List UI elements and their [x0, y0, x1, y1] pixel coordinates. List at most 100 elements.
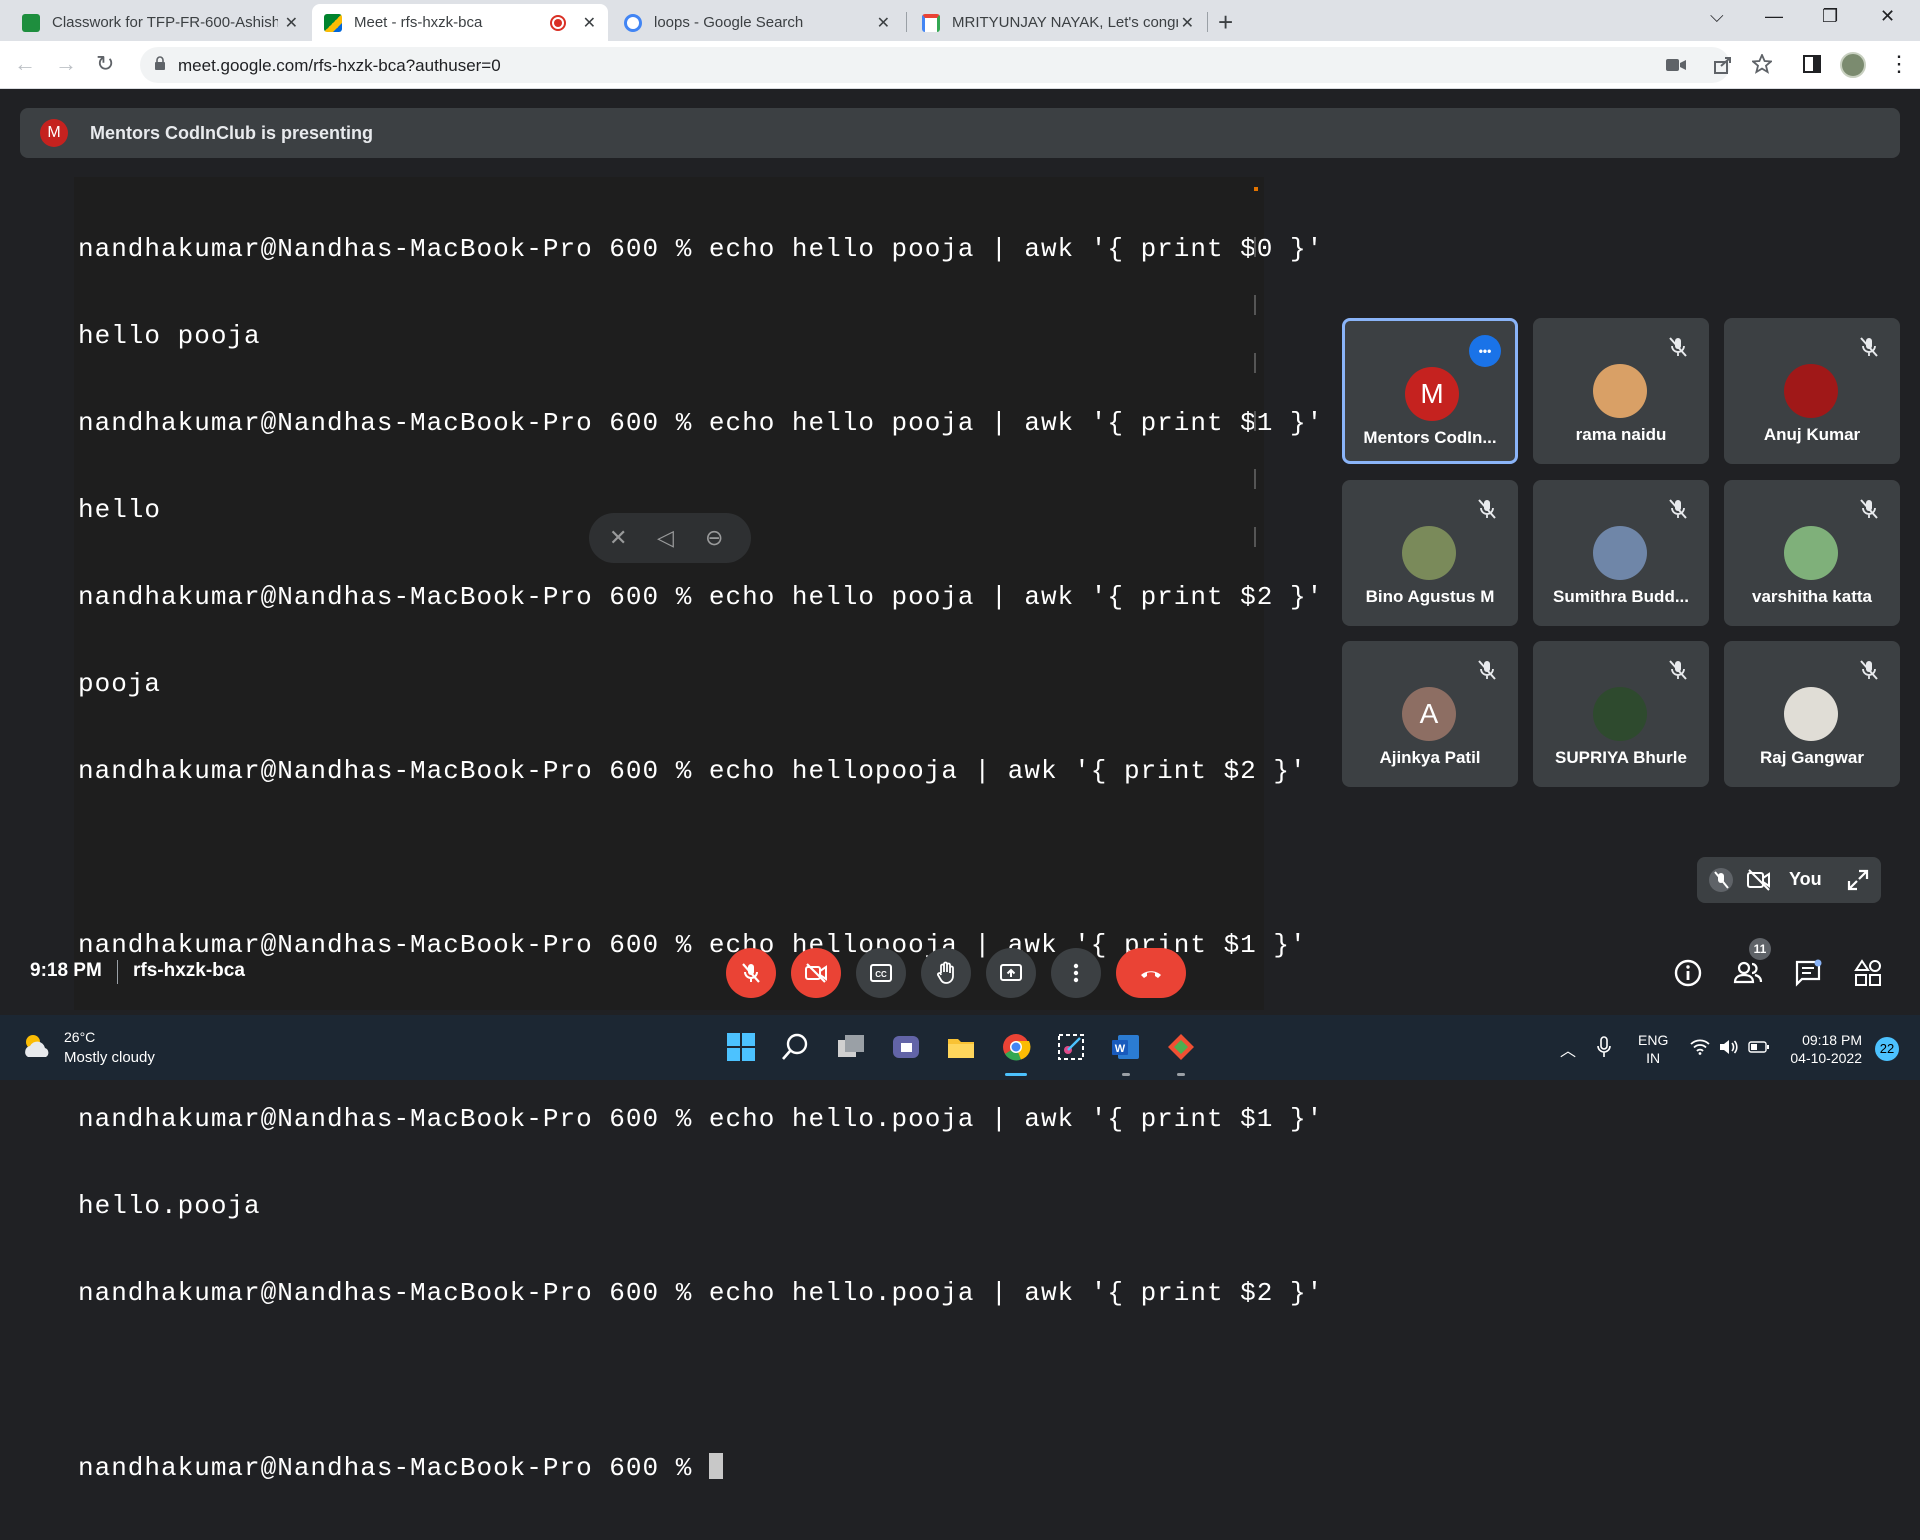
clock-time: 09:18 PM	[1802, 1032, 1862, 1048]
present-screen-button[interactable]	[986, 948, 1036, 998]
participant-tile[interactable]: Raj Gangwar	[1724, 641, 1900, 787]
new-tab-button[interactable]: +	[1218, 7, 1233, 38]
tab-google-search[interactable]: loops - Google Search ✕	[612, 4, 902, 41]
participant-tile[interactable]: Anuj Kumar	[1724, 318, 1900, 464]
remove-icon[interactable]: ⊖	[705, 525, 723, 551]
participant-avatar	[1593, 364, 1647, 418]
presentation-banner: M Mentors CodInClub is presenting	[20, 108, 1900, 158]
side-panel-icon[interactable]	[1803, 55, 1821, 73]
tab-close-icon[interactable]: ✕	[285, 13, 298, 33]
maximize-button[interactable]: ❐	[1822, 6, 1838, 27]
bookmark-star-icon[interactable]	[1752, 54, 1772, 74]
volume-icon[interactable]	[1718, 1039, 1738, 1055]
participant-name: Bino Agustus M	[1365, 587, 1495, 606]
muted-mic-icon	[1669, 660, 1687, 680]
terminal-line: nandhakumar@Nandhas-MacBook-Pro 600 % ec…	[78, 582, 1324, 612]
self-view[interactable]: You	[1697, 857, 1881, 903]
scroll-marker	[1254, 187, 1258, 191]
hand-icon	[937, 961, 954, 984]
terminal-cursor	[708, 1453, 723, 1479]
chrome-icon[interactable]	[1001, 1032, 1031, 1062]
participant-tile[interactable]: Bino Agustus M	[1342, 480, 1518, 626]
google-classroom-icon	[22, 13, 40, 32]
word-icon[interactable]: W	[1111, 1032, 1141, 1062]
participant-tile[interactable]: M Mentors CodIn... •••	[1342, 318, 1518, 464]
task-view-icon[interactable]	[836, 1032, 866, 1062]
mic-off-icon[interactable]: ✕	[609, 525, 627, 551]
windows-start-icon[interactable]	[726, 1032, 756, 1062]
captions-button[interactable]: CC	[856, 948, 906, 998]
tab-close-icon[interactable]: ✕	[877, 13, 890, 33]
more-options-icon[interactable]: •••	[1469, 335, 1501, 367]
microphone-toggle-button[interactable]	[726, 948, 776, 998]
participant-name: varshitha katta	[1752, 587, 1872, 606]
share-icon[interactable]	[1713, 55, 1733, 75]
divider	[117, 960, 118, 984]
raise-hand-button[interactable]	[921, 948, 971, 998]
git-app-icon[interactable]	[1166, 1032, 1196, 1062]
participant-avatar: M	[1405, 367, 1459, 421]
show-hidden-icons-chevron-icon[interactable]: ︿	[1560, 1037, 1576, 1061]
wifi-icon[interactable]	[1690, 1039, 1710, 1055]
temperature: 26°C	[64, 1029, 96, 1045]
profile-avatar[interactable]	[1840, 52, 1866, 78]
tab-close-icon[interactable]: ✕	[583, 13, 596, 33]
participant-tile[interactable]: Sumithra Budd...	[1533, 480, 1709, 626]
meeting-details-icon[interactable]	[1673, 958, 1703, 988]
mic-off-icon	[1709, 868, 1733, 892]
tab-classwork[interactable]: Classwork for TFP-FR-600-Ashish ✕	[10, 4, 310, 41]
participant-tile[interactable]: SUPRIYA Bhurle	[1533, 641, 1709, 787]
system-clock[interactable]: 09:18 PM 04-10-2022	[1790, 1031, 1862, 1067]
camera-toggle-button[interactable]	[791, 948, 841, 998]
terminal-line: nandhakumar@Nandhas-MacBook-Pro 600 % ec…	[78, 234, 1324, 264]
input-language[interactable]: ENG IN	[1638, 1031, 1668, 1067]
muted-mic-icon	[1669, 337, 1687, 357]
more-vertical-icon	[1073, 963, 1079, 983]
teams-chat-icon[interactable]	[891, 1032, 921, 1062]
participant-tile[interactable]: rama naidu	[1533, 318, 1709, 464]
camera-in-use-icon[interactable]	[1666, 58, 1686, 72]
muted-mic-icon	[1860, 499, 1878, 519]
minimize-button[interactable]: —	[1765, 6, 1783, 27]
file-explorer-icon[interactable]	[946, 1032, 976, 1062]
meet-stage: M Mentors CodInClub is presenting nandha…	[0, 90, 1920, 1483]
google-meet-icon	[324, 13, 342, 32]
browser-menu-icon[interactable]: ⋮	[1888, 51, 1910, 77]
tab-close-icon[interactable]: ✕	[1181, 13, 1194, 33]
close-window-button[interactable]: ✕	[1880, 6, 1895, 27]
people-icon[interactable]	[1733, 958, 1763, 988]
tab-title: Classwork for TFP-FR-600-Ashish	[52, 14, 278, 31]
notification-count-badge[interactable]: 22	[1875, 1037, 1899, 1061]
microphone-icon[interactable]	[1597, 1036, 1611, 1058]
tab-search-icon[interactable]: ⌵	[1710, 6, 1724, 27]
activities-icon[interactable]	[1853, 958, 1883, 988]
snipping-tool-icon[interactable]	[1056, 1032, 1086, 1062]
muted-mic-icon	[1860, 337, 1878, 357]
tab-separator	[1207, 12, 1208, 32]
address-bar[interactable]: meet.google.com/rfs-hxzk-bca?authuser=0	[140, 47, 1730, 83]
closed-captions-icon: CC	[870, 964, 892, 982]
participant-tile[interactable]: varshitha katta	[1724, 480, 1900, 626]
hang-up-icon	[1141, 971, 1161, 978]
back-button[interactable]: ←	[14, 51, 36, 77]
search-icon[interactable]	[781, 1032, 811, 1062]
forward-button[interactable]: →	[55, 51, 77, 77]
expand-icon[interactable]	[1847, 869, 1869, 891]
tab-meet[interactable]: Meet - rfs-hxzk-bca ✕	[312, 4, 608, 41]
participant-tile[interactable]: A Ajinkya Patil	[1342, 641, 1518, 787]
leave-call-button[interactable]	[1116, 948, 1186, 998]
scroll-marker	[1254, 411, 1256, 431]
participant-avatar: A	[1402, 687, 1456, 741]
chat-icon[interactable]	[1793, 958, 1823, 988]
tab-gmail[interactable]: MRITYUNJAY NAYAK, Let's congratulate ✕	[910, 4, 1206, 41]
battery-icon[interactable]	[1748, 1041, 1770, 1053]
speaker-muted-icon[interactable]: ◁	[657, 525, 674, 551]
reload-button[interactable]: ↻	[96, 51, 114, 77]
scroll-marker	[1254, 237, 1256, 257]
more-options-button[interactable]	[1051, 948, 1101, 998]
terminal-line: pooja	[78, 669, 162, 699]
presenter-hover-controls: ✕ ◁ ⊖	[589, 513, 751, 563]
muted-mic-icon	[1478, 499, 1496, 519]
self-label: You	[1789, 869, 1822, 889]
presenter-avatar: M	[40, 119, 68, 147]
